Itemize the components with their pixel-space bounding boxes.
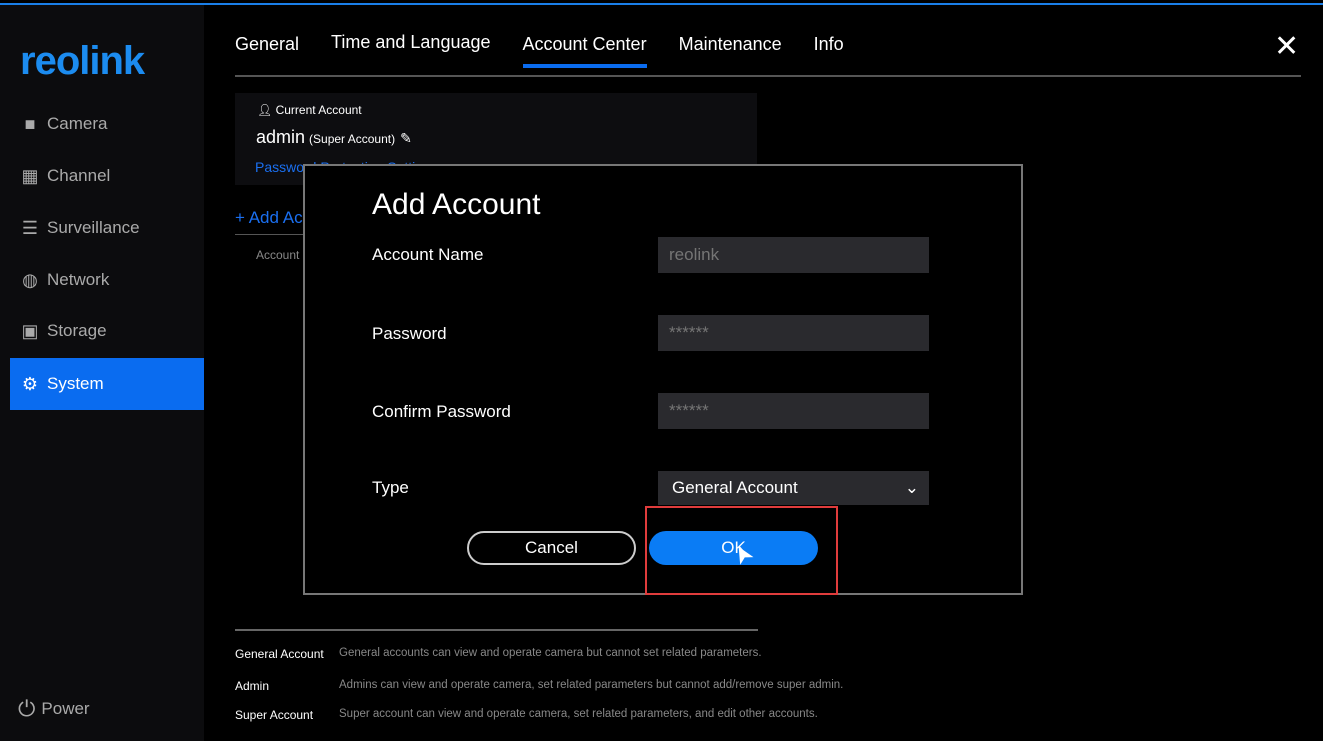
storage-icon: ▣: [21, 320, 39, 341]
dialog-title: Add Account: [372, 188, 541, 221]
camera-icon: ■: [24, 113, 36, 134]
tab-general[interactable]: General: [235, 34, 299, 65]
globe-icon: ◍: [22, 269, 38, 290]
account-name-label: Account Name: [372, 245, 484, 264]
password-label: Password: [372, 324, 447, 343]
chevron-down-icon: ⌄: [904, 478, 919, 497]
grid-icon: ▦: [21, 165, 39, 186]
type-select[interactable]: General Account ⌄: [658, 471, 929, 505]
legend-row: General Account General accounts can view…: [235, 647, 762, 661]
account-column-header: Account: [256, 248, 300, 262]
account-name-input[interactable]: [658, 237, 929, 273]
account-name: admin: [256, 127, 306, 147]
cancel-button[interactable]: Cancel: [467, 531, 636, 565]
sidebar-item-storage[interactable]: ▣ Storage: [10, 305, 204, 357]
gear-icon: ⚙: [21, 373, 39, 394]
legend-row: Admin Admins can view and operate camera,…: [235, 679, 844, 693]
edit-icon[interactable]: ✎: [400, 130, 412, 146]
tab-account-center[interactable]: Account Center: [522, 34, 647, 68]
list-icon: ☰: [21, 217, 39, 238]
user-icon: 👤︎: [257, 103, 273, 117]
divider: [235, 75, 1301, 77]
tab-info[interactable]: Info: [814, 34, 844, 65]
sidebar-item-network[interactable]: ◍ Network: [10, 254, 204, 306]
legend-row: Super Account Super account can view and …: [235, 708, 818, 722]
confirm-password-label: Confirm Password: [372, 402, 511, 421]
type-label: Type: [372, 478, 409, 497]
power-icon: ⏻: [18, 696, 36, 721]
tab-maintenance[interactable]: Maintenance: [679, 34, 782, 65]
password-input[interactable]: [658, 315, 929, 351]
sidebar-item-channel[interactable]: ▦ Channel: [10, 150, 204, 202]
power-button[interactable]: ⏻ Power: [18, 696, 90, 722]
confirm-password-input[interactable]: [658, 393, 929, 429]
tab-time-and-language[interactable]: Time and Language: [331, 32, 490, 65]
sidebar-item-system[interactable]: ⚙ System: [10, 358, 204, 410]
tab-bar: General Time and Language Account Center…: [235, 32, 844, 68]
reolink-logo: reolink: [20, 39, 145, 83]
sidebar-item-camera[interactable]: ■ Camera: [10, 98, 204, 150]
sidebar-item-surveillance[interactable]: ☰ Surveillance: [10, 202, 204, 254]
divider: [235, 629, 758, 631]
close-icon[interactable]: ✕: [1274, 32, 1299, 62]
